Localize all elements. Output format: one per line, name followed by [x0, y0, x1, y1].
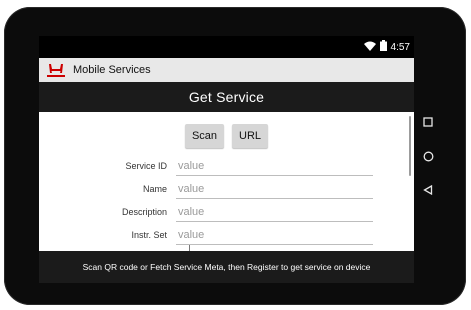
system-nav-buttons — [418, 112, 438, 202]
page-title: Get Service — [188, 89, 265, 105]
honda-logo — [45, 62, 67, 78]
form-scroll-area[interactable]: Scan URL Service ID Name Description Ins… — [39, 112, 414, 251]
clock-time: 4:57 — [390, 41, 410, 53]
action-bar: Mobile Services — [39, 58, 414, 82]
page-title-bar: Get Service — [39, 82, 414, 112]
name-field[interactable] — [176, 180, 373, 199]
battery-icon — [379, 40, 387, 54]
device-screen: 4:57 Mobile Services Get Service Scan UR… — [39, 36, 414, 283]
service-id-field[interactable] — [176, 157, 373, 176]
status-icons: 4:57 — [363, 36, 410, 58]
status-bar: 4:57 — [39, 36, 414, 58]
instr-set-row: Instr. Set — [39, 226, 414, 248]
description-field[interactable] — [176, 203, 373, 222]
app-title: Mobile Services — [73, 64, 151, 76]
instr-set-field[interactable] — [176, 226, 373, 245]
action-buttons: Scan URL — [39, 124, 414, 148]
description-row: Description — [39, 203, 414, 225]
back-triangle-icon[interactable] — [418, 180, 438, 200]
wifi-icon — [363, 41, 376, 54]
tablet-frame: 4:57 Mobile Services Get Service Scan UR… — [4, 7, 466, 305]
service-id-label: Service ID — [125, 161, 167, 171]
scrollbar[interactable] — [409, 116, 411, 176]
scan-button[interactable]: Scan — [184, 124, 225, 148]
recents-square-icon[interactable] — [418, 112, 438, 132]
url-button[interactable]: URL — [232, 124, 269, 148]
instruction-text: Scan QR code or Fetch Service Meta, then… — [82, 262, 371, 272]
home-circle-icon[interactable] — [418, 146, 438, 166]
instr-set-label: Instr. Set — [131, 230, 167, 240]
service-id-row: Service ID — [39, 157, 414, 179]
instruction-bar: Scan QR code or Fetch Service Meta, then… — [39, 251, 414, 283]
description-label: Description — [121, 207, 167, 217]
name-row: Name — [39, 180, 414, 202]
name-label: Name — [142, 184, 167, 194]
